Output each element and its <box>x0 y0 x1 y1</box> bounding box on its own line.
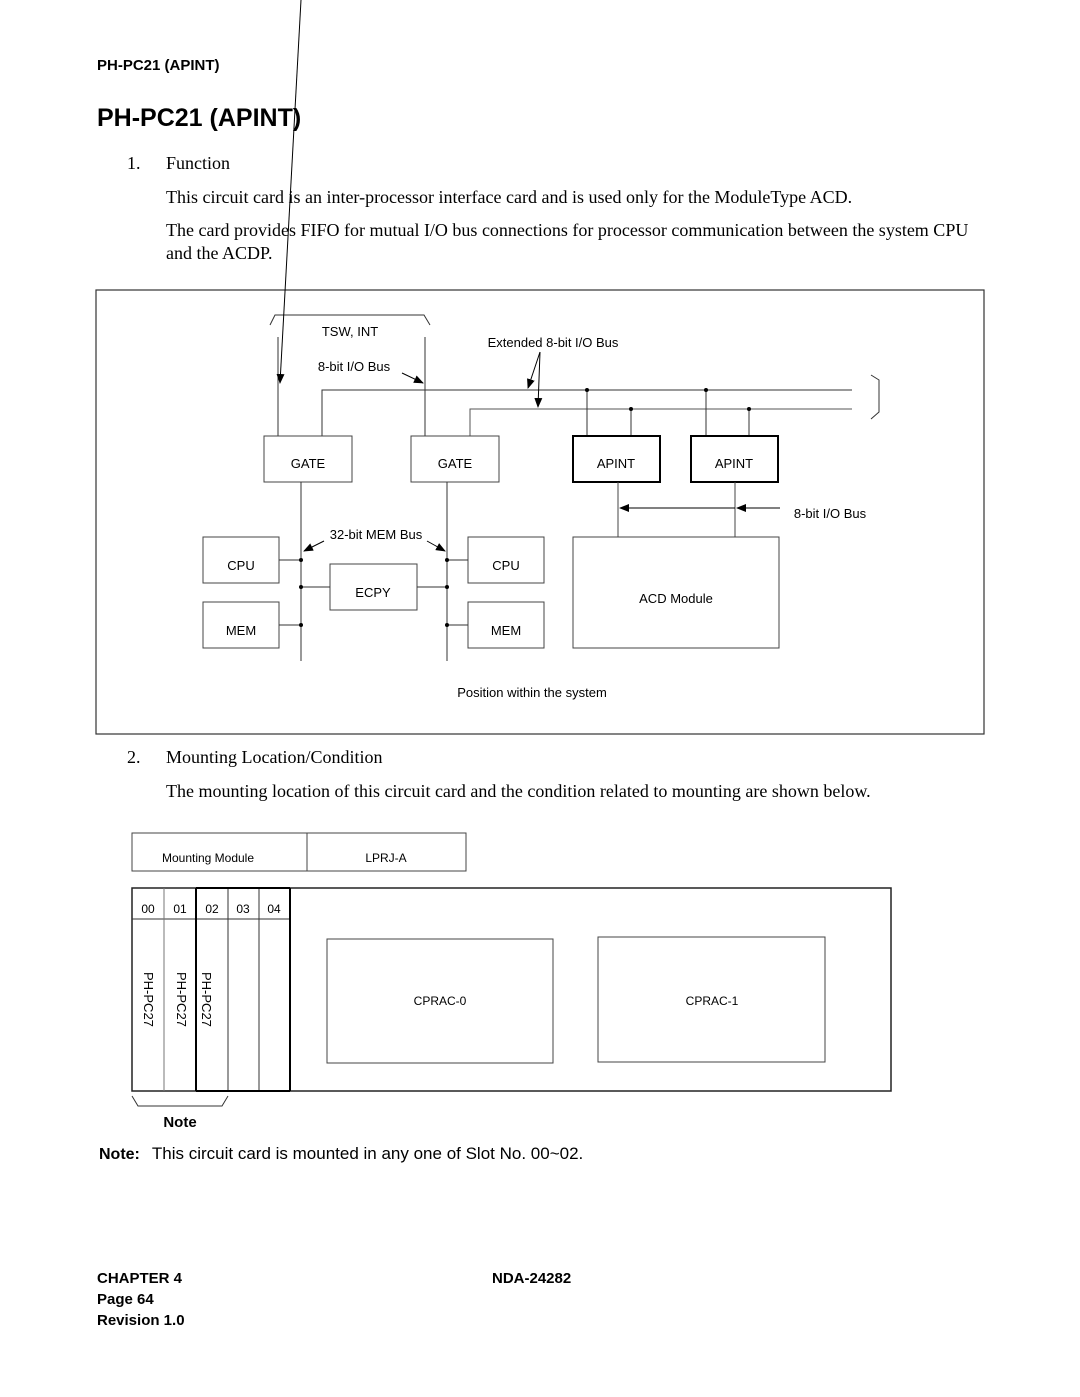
footer-chapter: CHAPTER 4 <box>97 1270 183 1287</box>
slot-04: 04 <box>267 902 281 916</box>
slot-01-card: PH-PC27 <box>174 972 189 1027</box>
note-text: This circuit card is mounted in any one … <box>151 1144 584 1163</box>
note-bracket-label: Note <box>163 1114 196 1131</box>
note-label: Note: <box>99 1146 140 1163</box>
cprac-0-label: CPRAC-0 <box>414 994 467 1008</box>
slot-00-card: PH-PC27 <box>141 972 156 1027</box>
footer-revision: Revision 1.0 <box>97 1312 185 1329</box>
mounting-module-label: Mounting Module <box>162 851 254 865</box>
slot-00: 00 <box>141 902 155 916</box>
footer-doc-number: NDA-24282 <box>492 1270 572 1287</box>
cprac-1-label: CPRAC-1 <box>686 994 739 1008</box>
note: Note: This circuit card is mounted in any… <box>99 1144 583 1164</box>
mounting-module-value: LPRJ-A <box>365 851 406 865</box>
slot-02: 02 <box>205 902 219 916</box>
slot-03: 03 <box>236 902 250 916</box>
note-bracket <box>131 1095 229 1107</box>
footer-left: CHAPTER 4 Page 64 Revision 1.0 <box>97 1268 185 1331</box>
slot-02-card: PH-PC27 <box>199 972 214 1027</box>
mounting-diagram: Mounting Module LPRJ-A 00 01 02 03 04 PH… <box>131 832 892 1131</box>
slot-01: 01 <box>173 902 187 916</box>
footer-page: Page 64 <box>97 1291 154 1308</box>
